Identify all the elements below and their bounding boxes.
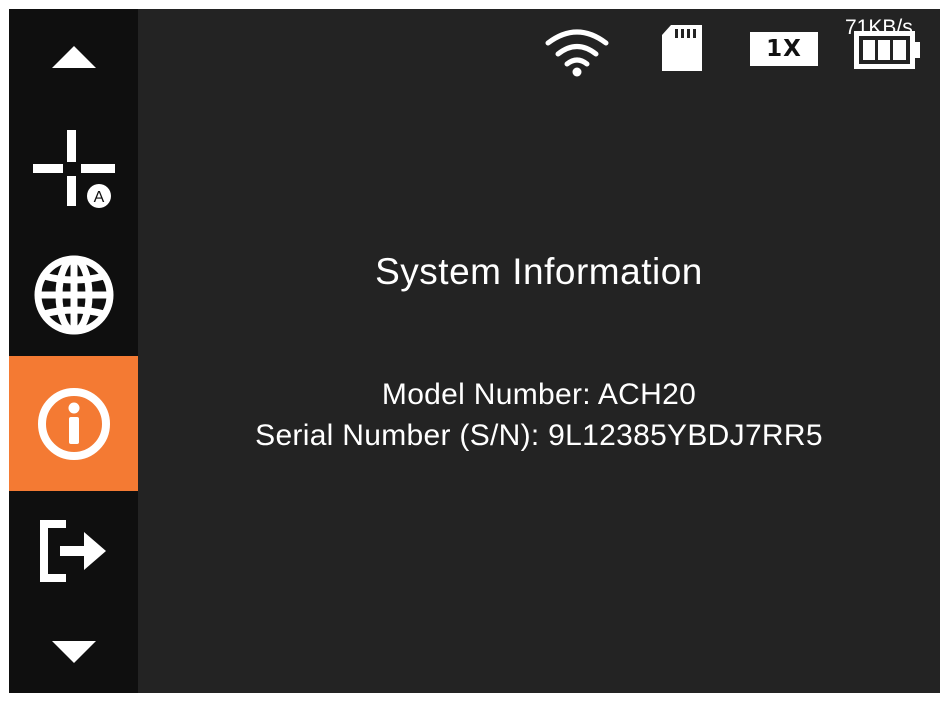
triangle-down-icon	[51, 641, 96, 663]
sidebar-menu: A	[9, 9, 138, 693]
scroll-up-button[interactable]	[9, 9, 138, 104]
globe-icon	[34, 255, 113, 335]
auto-badge-label: A	[93, 189, 104, 206]
serial-number: Serial Number (S/N): 9L12385YBDJ7RR5	[255, 419, 823, 452]
device-screen: A 1X 71KB/s System Information Model Num…	[9, 9, 940, 693]
crosshair-auto-icon: A	[32, 130, 115, 208]
sidebar-item-crosshair[interactable]: A	[9, 104, 138, 234]
sidebar-item-exit[interactable]	[9, 491, 138, 611]
status-bar: 1X 71KB/s	[138, 9, 940, 89]
zoom-level-badge: 1X	[750, 32, 818, 66]
scroll-down-button[interactable]	[9, 611, 138, 693]
transfer-rate: 71KB/s	[845, 16, 913, 39]
sidebar-item-system-info[interactable]	[9, 356, 138, 491]
exit-arrow-icon	[39, 520, 106, 582]
info-icon	[37, 387, 110, 460]
triangle-up-icon	[51, 45, 96, 68]
wifi-icon	[545, 29, 609, 77]
sd-card-icon	[662, 25, 702, 71]
model-number: Model Number: ACH20	[381, 378, 697, 411]
page-title: System Information	[375, 251, 703, 292]
sidebar-item-language[interactable]	[9, 234, 138, 356]
